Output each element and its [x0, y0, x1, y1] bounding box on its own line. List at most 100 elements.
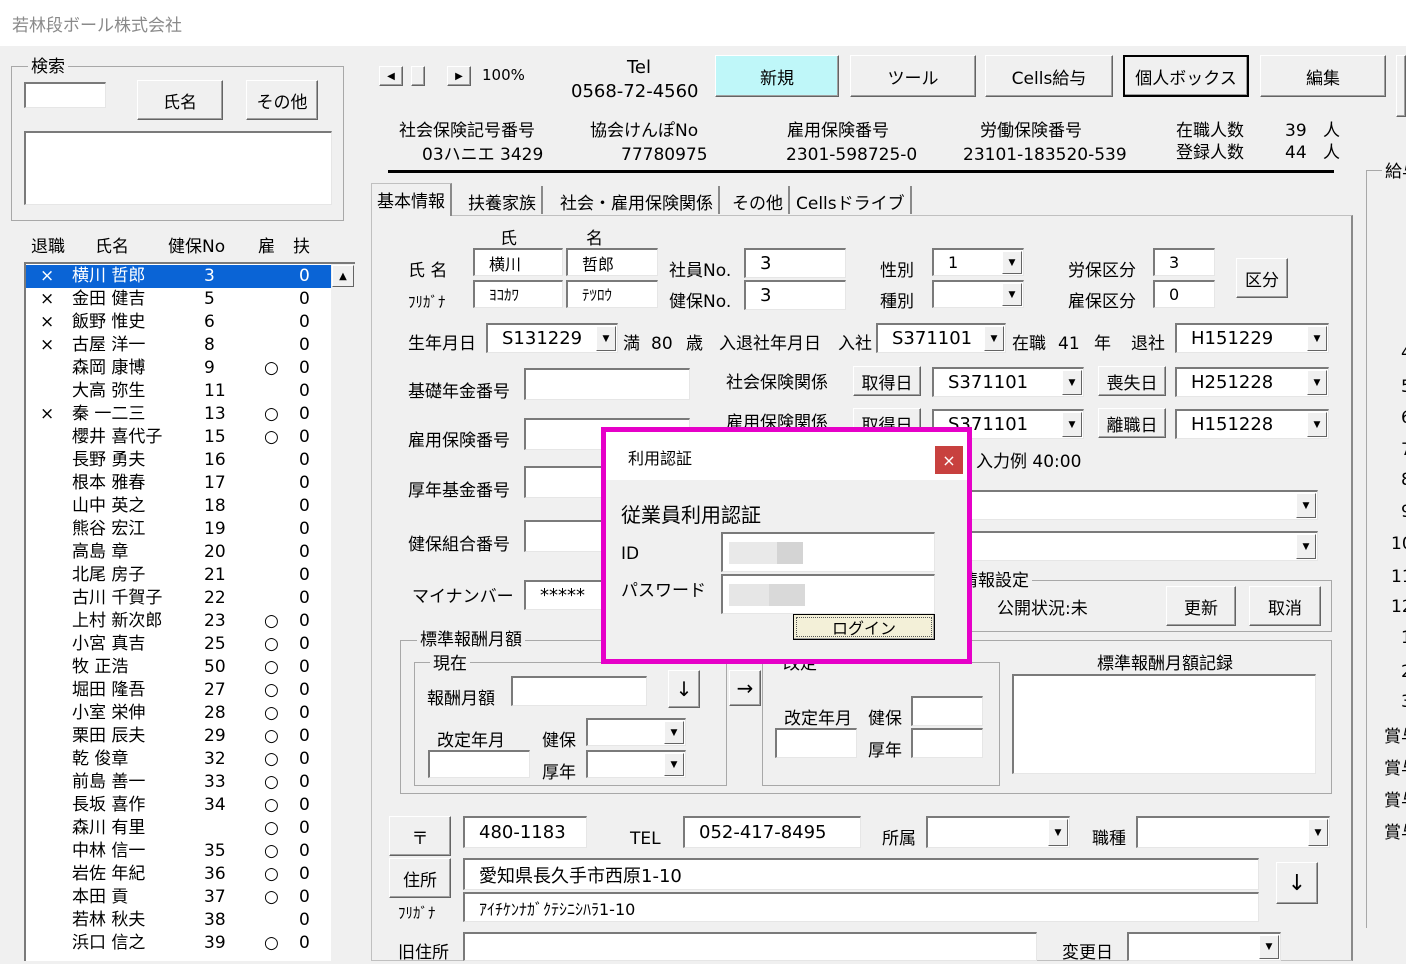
personal-box-button[interactable]: 個人ボックス: [1123, 55, 1249, 97]
right-arrow-button[interactable]: →: [729, 670, 761, 706]
list-item[interactable]: 北尾 房子 21 0: [26, 564, 331, 587]
list-scrollbar[interactable]: ▲: [331, 264, 355, 961]
update-button[interactable]: 更新: [1166, 586, 1236, 626]
sei-input[interactable]: 横川: [473, 248, 563, 276]
list-item[interactable]: 櫻井 喜代子 15 ○ 0: [26, 426, 331, 449]
list-item[interactable]: 若林 秋夫 38 0: [26, 909, 331, 932]
search-other-button[interactable]: その他: [246, 80, 318, 120]
list-item[interactable]: 栗田 辰夫 29 ○ 0: [26, 725, 331, 748]
chevron-down-icon[interactable]: ▼: [984, 326, 1004, 351]
mei-kana-input[interactable]: ﾃﾂﾛｳ: [566, 280, 658, 308]
kaitei-input-current[interactable]: [428, 750, 530, 778]
tab-basic-info[interactable]: 基本情報: [371, 183, 452, 216]
koho-input[interactable]: 0: [1153, 280, 1215, 308]
kiso-input[interactable]: [524, 368, 690, 400]
edit-button[interactable]: 編集: [1260, 55, 1386, 97]
search-name-button[interactable]: 氏名: [137, 80, 223, 120]
list-item[interactable]: 高島 章 20 0: [26, 541, 331, 564]
kenpo-select-current[interactable]: ▼: [586, 718, 686, 746]
list-item[interactable]: 中林 信一 35 ○ 0: [26, 840, 331, 863]
dept-select[interactable]: ▼: [926, 816, 1070, 848]
list-item[interactable]: × 古屋 洋一 8 0: [26, 334, 331, 357]
chevron-down-icon[interactable]: ▼: [664, 753, 684, 776]
rishoku-button[interactable]: 離職日: [1098, 408, 1166, 438]
list-item[interactable]: 牧 正浩 50 ○ 0: [26, 656, 331, 679]
record-list[interactable]: [1012, 674, 1316, 774]
job-select[interactable]: ▼: [1136, 816, 1330, 848]
list-item[interactable]: 古川 千賀子 22 0: [26, 587, 331, 610]
birth-select[interactable]: S131229 ▼: [486, 323, 618, 353]
list-item[interactable]: 浜口 信之 39 ○ 0: [26, 932, 331, 955]
scroll-up-arrow-icon[interactable]: ▲: [332, 265, 354, 287]
close-icon[interactable]: ×: [935, 446, 963, 474]
list-item[interactable]: 根本 雅春 17 0: [26, 472, 331, 495]
chevron-down-icon[interactable]: ▼: [596, 326, 616, 351]
shaho-lose-button[interactable]: 喪失日: [1098, 366, 1166, 396]
change-date-select[interactable]: ▼: [1127, 932, 1281, 961]
cells-payroll-button[interactable]: Cells給与: [985, 55, 1113, 97]
gender-select[interactable]: 1 ▼: [932, 248, 1024, 276]
shaho-lose-select[interactable]: H251228 ▼: [1175, 367, 1329, 397]
rouho-input[interactable]: 3: [1153, 248, 1215, 276]
next-arrow-icon[interactable]: ▶: [447, 66, 471, 86]
list-item[interactable]: 森川 有里 ○ 0: [26, 817, 331, 840]
list-item[interactable]: × 金田 健吉 5 0: [26, 288, 331, 311]
list-item[interactable]: 山中 英之 18 0: [26, 495, 331, 518]
address-button[interactable]: 住所: [389, 858, 451, 898]
chevron-down-icon[interactable]: ▼: [1296, 493, 1316, 518]
list-item[interactable]: 上村 新次郎 23 ○ 0: [26, 610, 331, 633]
chevron-down-icon[interactable]: ▼: [1259, 935, 1279, 959]
leave-select[interactable]: H151229 ▼: [1175, 323, 1329, 353]
list-item[interactable]: 小室 栄伸 28 ○ 0: [26, 702, 331, 725]
kenpo-input-next[interactable]: [911, 696, 983, 726]
tab-other[interactable]: その他: [727, 186, 790, 214]
mei-input[interactable]: 哲郎: [566, 248, 658, 276]
list-item[interactable]: 堀田 隆吾 27 ○ 0: [26, 679, 331, 702]
password-input[interactable]: [721, 574, 935, 614]
list-item[interactable]: 前島 善一 33 ○ 0: [26, 771, 331, 794]
tab-insurance[interactable]: 社会・雇用保険関係: [555, 186, 720, 214]
list-item[interactable]: 熊谷 宏江 19 0: [26, 518, 331, 541]
kosei-input-next[interactable]: [911, 728, 983, 758]
type-select[interactable]: ▼: [932, 280, 1024, 308]
chevron-down-icon[interactable]: ▼: [1002, 283, 1022, 306]
search-results-box[interactable]: [24, 131, 332, 205]
list-item[interactable]: × 横川 哲郎 3 0: [26, 265, 331, 288]
kenpo-no-input[interactable]: 3: [744, 280, 846, 310]
id-input[interactable]: [721, 532, 935, 572]
chevron-down-icon[interactable]: ▼: [1307, 370, 1327, 395]
list-item[interactable]: 長坂 喜作 34 ○ 0: [26, 794, 331, 817]
select-row-1[interactable]: ▼: [968, 490, 1318, 520]
kubun-button[interactable]: 区分: [1236, 258, 1288, 298]
login-button[interactable]: ログイン: [793, 614, 935, 640]
tools-button[interactable]: ツール: [850, 55, 976, 97]
home-tel-input[interactable]: 052-417-8495: [683, 816, 861, 848]
address-down-button[interactable]: ↓: [1276, 862, 1318, 904]
edge-button[interactable]: [1396, 55, 1406, 117]
koyo-leave-select[interactable]: H151228 ▼: [1175, 409, 1329, 439]
join-select[interactable]: S371101 ▼: [876, 323, 1006, 353]
shaho-acquire-select[interactable]: S371101 ▼: [932, 367, 1084, 397]
chevron-down-icon[interactable]: ▼: [1308, 819, 1328, 846]
empno-input[interactable]: 3: [744, 248, 846, 278]
chevron-down-icon[interactable]: ▼: [1307, 412, 1327, 437]
chevron-down-icon[interactable]: ▼: [1062, 412, 1082, 437]
chevron-down-icon[interactable]: ▼: [1296, 534, 1316, 559]
address-kana-input[interactable]: ｱｲﾁｹﾝﾅｶﾞｸﾃｼﾆｼﾊﾗ1-10: [463, 892, 1259, 922]
list-item[interactable]: 本田 貢 37 ○ 0: [26, 886, 331, 909]
scroll-thumb[interactable]: [411, 66, 425, 86]
search-input[interactable]: [24, 82, 106, 108]
tab-dependents[interactable]: 扶養家族: [463, 186, 543, 214]
list-item[interactable]: 大高 弥生 11 0: [26, 380, 331, 403]
houshu-input[interactable]: [511, 676, 647, 706]
zip-button[interactable]: 〒: [389, 816, 451, 856]
list-item[interactable]: × 秦 一二三 13 ○ 0: [26, 403, 331, 426]
list-item[interactable]: 長野 勇夫 16 0: [26, 449, 331, 472]
zip-input[interactable]: 480-1183: [463, 816, 587, 848]
employee-list[interactable]: ▲ × 横川 哲郎 3 0 × 金田 健吉 5 0 × 飯野 惟史 6 0 × 古屋 洋一 8 0 森岡 康博 9…: [24, 262, 355, 961]
old-address-input[interactable]: [463, 932, 1037, 961]
cancel-button[interactable]: 取消: [1249, 586, 1321, 626]
chevron-down-icon[interactable]: ▼: [1307, 326, 1327, 351]
chevron-down-icon[interactable]: ▼: [1062, 370, 1082, 395]
prev-arrow-icon[interactable]: ◀: [379, 66, 403, 86]
